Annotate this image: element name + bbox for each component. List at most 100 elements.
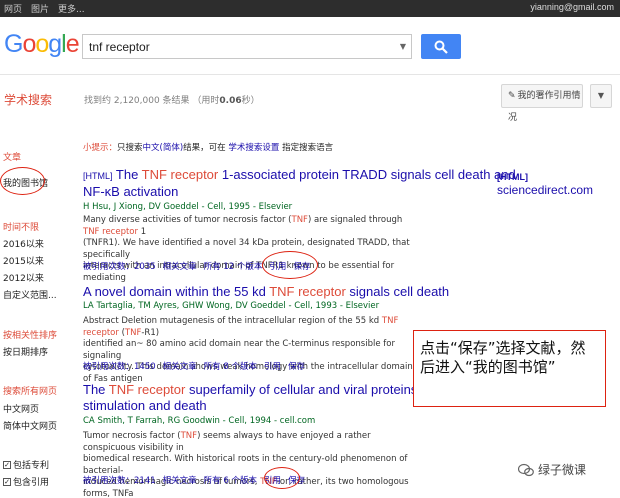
sidebar-time-any[interactable]: 时间不限 xyxy=(3,220,39,233)
include-patents-label: 包括专利 xyxy=(13,461,50,471)
result-authors: CA Smith, T Farrah, RG Goodwin - Cell, 1… xyxy=(83,416,316,426)
highlight-ellipse xyxy=(264,467,300,489)
snippet-text: 1 xyxy=(138,226,147,237)
snippet-text: -R1) xyxy=(141,327,160,338)
all-versions-link[interactable]: 所有 12 个版本 xyxy=(204,260,263,272)
title-text: NF-κB activation xyxy=(83,184,179,199)
save-link[interactable]: 保存 xyxy=(288,360,305,372)
chevron-down-icon[interactable]: ▼ xyxy=(400,42,406,51)
nav-images[interactable]: 图片 xyxy=(31,2,49,15)
snippet-text: biomedical research. With historical roo… xyxy=(83,454,408,476)
nav-more[interactable]: 更多... xyxy=(58,2,85,15)
wechat-icon xyxy=(518,463,534,476)
settings-menu-button[interactable]: ▼ xyxy=(590,84,612,108)
sidebar-lang-chinese[interactable]: 中文网页 xyxy=(3,402,39,415)
account-email[interactable]: yianning@gmail.com xyxy=(530,2,614,12)
result-snippet: Many diverse activities of tumor necrosi… xyxy=(83,215,413,284)
title-highlight: TNF receptor xyxy=(269,284,346,299)
stats-time: 0.06 xyxy=(219,96,242,106)
my-citations-button[interactable]: ✎ 我的署作引用情况 xyxy=(501,84,583,123)
logo-letter: o xyxy=(35,30,49,58)
search-query[interactable]: tnf receptor xyxy=(89,40,150,54)
result-authors: LA Tartaglia, TM Ayres, GHW Wong, DV Goe… xyxy=(83,301,380,311)
html-tag: [HTML] xyxy=(497,172,528,182)
logo-letter: e xyxy=(65,30,80,58)
google-logo[interactable]: Google xyxy=(4,30,80,59)
title-text: The xyxy=(112,167,142,182)
stats-end: 秒） xyxy=(241,96,260,106)
snippet-text: identified an~ 80 amino acid domain near… xyxy=(83,339,395,361)
logo-letter: g xyxy=(48,30,62,58)
top-nav: 网页 图片 更多... xyxy=(4,2,85,15)
snippet-text: ) are signaled through xyxy=(307,215,403,225)
html-tag: [HTML] xyxy=(83,171,113,181)
snippet-text: Abstract Deletion mutagenesis of the int… xyxy=(83,316,382,326)
result-links: 被引用次数：1450 相关文章 所有 8 个版本 引用 保存 xyxy=(83,360,305,372)
nav-web[interactable]: 网页 xyxy=(4,2,22,15)
cited-by-link[interactable]: 被引用次数：2035 xyxy=(83,260,156,272)
snippet-highlight: TNF xyxy=(180,431,198,441)
include-citations-checkbox[interactable]: ✓ 包含引用 xyxy=(3,475,49,488)
snippet-text: (TNFR1). We have identified a novel 34 k… xyxy=(83,238,410,260)
sidebar-custom-range[interactable]: 自定义范围... xyxy=(3,288,57,301)
checkbox-icon: ✓ xyxy=(3,460,11,469)
language-tip: 小提示：只搜索中文(简体)结果，可在 学术搜索设置 指定搜索语言 xyxy=(83,141,333,153)
title-highlight: TNF receptor xyxy=(108,382,186,397)
search-button[interactable] xyxy=(421,34,461,59)
search-icon xyxy=(434,40,448,54)
sidebar-since-2012[interactable]: 2012以来 xyxy=(3,271,44,284)
all-versions-link[interactable]: 所有 6 个版本 xyxy=(204,474,257,486)
my-citations-label: 我的署作引用情况 xyxy=(508,91,581,123)
watermark-text: 绿子微课 xyxy=(538,463,587,477)
sidebar-since-2016[interactable]: 2016以来 xyxy=(3,237,44,250)
sidebar-sort-date[interactable]: 按日期排序 xyxy=(3,345,48,358)
logo-letter: o xyxy=(22,30,36,58)
include-patents-checkbox[interactable]: ✓ 包括专利 xyxy=(3,458,49,471)
result-title[interactable]: A novel domain within the 55 kd TNF rece… xyxy=(83,284,449,300)
stats-count: 2,120,000 xyxy=(113,96,160,106)
all-versions-link[interactable]: 所有 8 个版本 xyxy=(204,360,257,372)
snippet-highlight: TNF receptor xyxy=(83,226,139,237)
related-articles-link[interactable]: 相关文章 xyxy=(163,360,197,372)
sidebar-since-2015[interactable]: 2015以来 xyxy=(3,254,44,267)
title-text: 1-associated protein TRADD signals cell … xyxy=(218,167,516,182)
tip-settings-link[interactable]: 学术搜索设置 xyxy=(228,143,279,153)
result-snippet: Abstract Deletion mutagenesis of the int… xyxy=(83,316,413,385)
sidebar-lang-simplified[interactable]: 简体中文网页 xyxy=(3,419,57,432)
result-stats: 找到约 2,120,000 条结果 （用时0.06秒） xyxy=(84,93,260,106)
snippet-highlight: TNF xyxy=(291,215,308,225)
title-highlight: TNF receptor xyxy=(141,167,219,182)
scholar-title[interactable]: 学术搜索 xyxy=(4,91,52,108)
related-articles-link[interactable]: 相关文章 xyxy=(163,260,197,272)
title-text: signals cell death xyxy=(345,284,450,299)
tip-lang-link[interactable]: 中文(简体) xyxy=(143,143,184,153)
result-authors: H Hsu, J Xiong, DV Goeddel - Cell, 1995 … xyxy=(83,202,293,212)
related-articles-link[interactable]: 相关文章 xyxy=(163,474,197,486)
sidebar-sort-relevance[interactable]: 按相关性排序 xyxy=(3,328,57,341)
snippet-highlight: TNF xyxy=(124,327,142,338)
cited-by-link[interactable]: 被引用次数：2141 xyxy=(83,474,156,486)
tip-text: 结果，可在 xyxy=(183,143,229,153)
tip-text: 指定搜索语言 xyxy=(279,143,334,153)
highlight-ellipse xyxy=(262,251,318,279)
instruction-callout: 点击“保存”选择文献，然后进入“我的图书馆” xyxy=(413,330,606,407)
cited-by-link[interactable]: 被引用次数：1450 xyxy=(83,360,156,372)
highlight-ellipse xyxy=(0,167,45,195)
cite-link[interactable]: 引用 xyxy=(264,360,281,372)
caret-down-icon: ▼ xyxy=(597,91,605,100)
search-input[interactable]: tnf receptor ▼ xyxy=(82,34,412,59)
checkbox-icon: ✓ xyxy=(3,477,11,486)
sidebar-articles[interactable]: 文章 xyxy=(3,150,21,163)
include-citations-label: 包含引用 xyxy=(13,478,50,488)
fulltext-link[interactable]: [HTML] sciencedirect.com xyxy=(497,169,620,197)
title-text: A novel domain within the 55 kd xyxy=(83,284,270,299)
title-text: The xyxy=(83,382,109,397)
top-bar: 网页 图片 更多... yianning@gmail.com xyxy=(0,0,620,17)
header-divider xyxy=(0,74,620,75)
title-text: stimulation and death xyxy=(83,398,207,413)
snippet-text: Tumor necrosis factor ( xyxy=(83,431,181,441)
sidebar-lang-all[interactable]: 搜索所有网页 xyxy=(3,384,57,397)
result-title[interactable]: [HTML] The TNF receptor 1-associated pro… xyxy=(83,167,516,200)
fulltext-site: sciencedirect.com xyxy=(497,183,594,197)
tip-text: 只搜索 xyxy=(117,143,143,153)
